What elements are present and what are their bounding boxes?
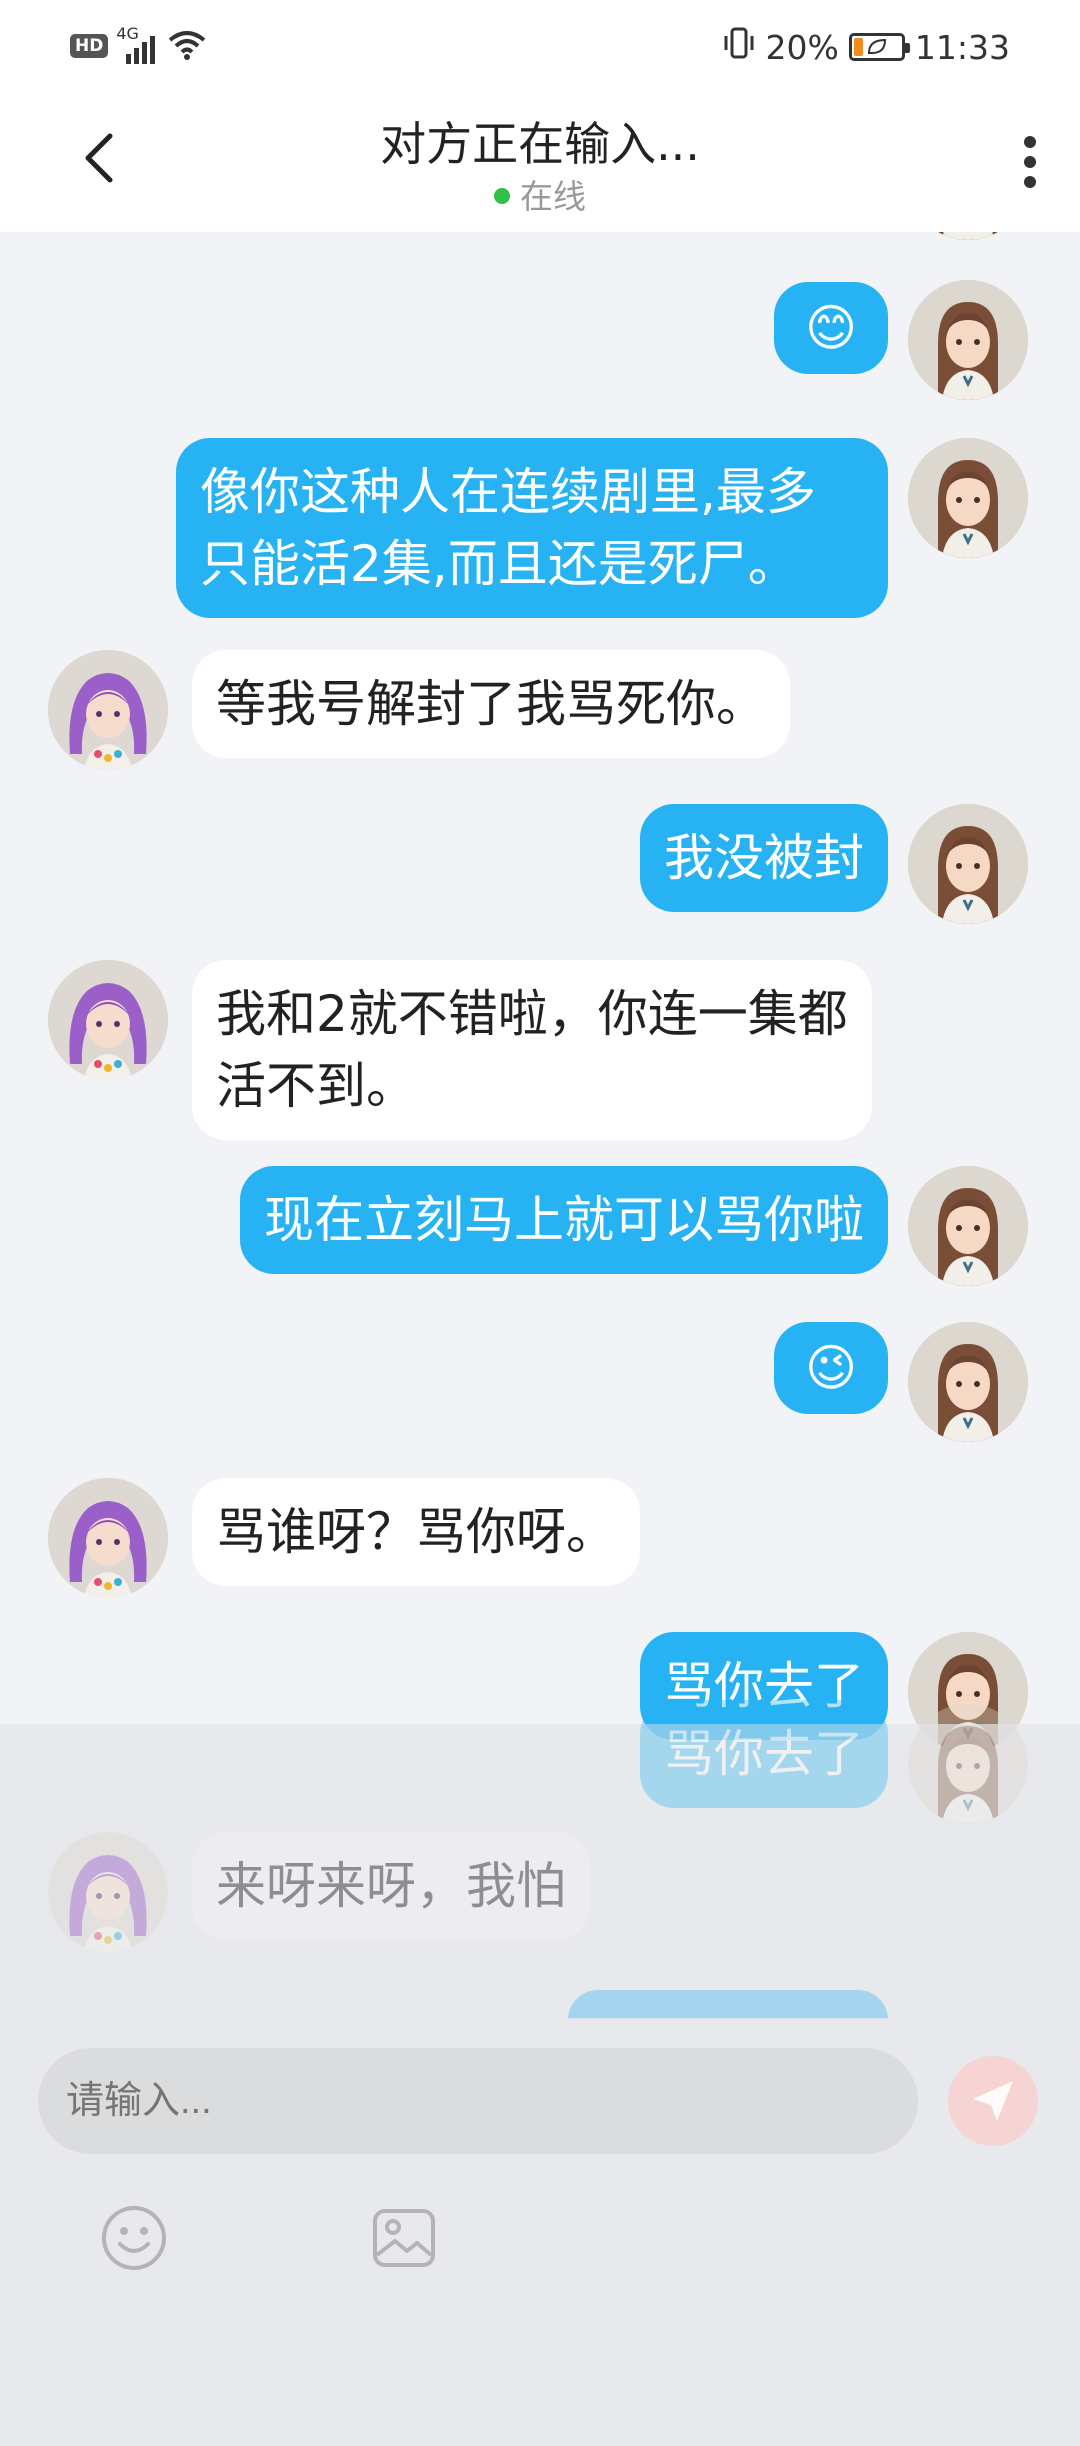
more-options-button[interactable]	[1010, 132, 1050, 192]
image-icon	[373, 2209, 435, 2267]
their-bubble: 来呀来呀，我怕	[192, 1832, 590, 1940]
clock: 11:33	[914, 27, 1010, 67]
my-bubble[interactable]: 像你这种人在连续剧里,最多只能活2集,而且还是死尸。	[176, 438, 888, 618]
ghost-message-row: 来呀来呀，我怕	[0, 1832, 1080, 1956]
my-avatar[interactable]	[908, 1322, 1028, 1442]
cell-signal-icon: 4G	[116, 24, 160, 64]
chat-title: 对方正在输入...	[380, 117, 700, 171]
chat-header: 对方正在输入... 在线	[0, 92, 1080, 232]
their-bubble[interactable]: 我和2就不错啦，你连一集都活不到。	[192, 960, 872, 1140]
message-input[interactable]	[38, 2048, 918, 2154]
more-dot	[1024, 136, 1036, 148]
my-avatar[interactable]	[908, 232, 1028, 240]
contact-avatar[interactable]	[48, 650, 168, 770]
image-button[interactable]	[368, 2202, 440, 2274]
my-bubble[interactable]: 😊	[774, 282, 888, 374]
emoji-button[interactable]	[98, 2202, 170, 2274]
wifi-icon	[168, 30, 206, 62]
online-status: 在线	[0, 170, 1080, 218]
status-left: HD 4G	[70, 24, 206, 64]
contact-avatar[interactable]	[48, 1478, 168, 1598]
my-avatar	[908, 1704, 1028, 1824]
my-bubble[interactable]: 😉	[774, 1322, 888, 1414]
my-avatar[interactable]	[908, 1166, 1028, 1286]
contact-avatar[interactable]	[48, 960, 168, 1080]
ghost-message-row: 骂你去了	[0, 1700, 1080, 1824]
contact-avatar	[48, 1832, 168, 1952]
online-dot	[494, 187, 510, 204]
ghost-bubble-partial	[568, 1990, 888, 2020]
battery-icon	[848, 33, 910, 61]
vibrate-icon	[722, 26, 756, 68]
paper-plane-icon	[973, 2081, 1013, 2121]
smiley-face-icon	[102, 2206, 166, 2270]
my-bubble[interactable]: 我没被封	[640, 804, 888, 912]
more-dot	[1024, 176, 1036, 188]
more-dot	[1024, 156, 1036, 168]
hd-badge: HD	[70, 34, 109, 58]
send-button[interactable]	[948, 2056, 1038, 2146]
my-bubble[interactable]: 现在立刻马上就可以骂你啦	[240, 1166, 888, 1274]
online-status-label: 在线	[520, 177, 586, 216]
my-bubble: 骂你去了	[640, 1700, 888, 1808]
my-avatar[interactable]	[908, 804, 1028, 924]
status-right: 20% 11:33	[722, 26, 1010, 68]
battery-percent: 20%	[765, 27, 839, 67]
their-bubble[interactable]: 骂谁呀？骂你呀。	[192, 1478, 640, 1586]
their-bubble[interactable]: 等我号解封了我骂死你。	[192, 650, 790, 758]
status-bar: HD 4G 20% 11:33	[0, 0, 1080, 92]
my-avatar[interactable]	[908, 438, 1028, 558]
my-avatar[interactable]	[908, 280, 1028, 400]
